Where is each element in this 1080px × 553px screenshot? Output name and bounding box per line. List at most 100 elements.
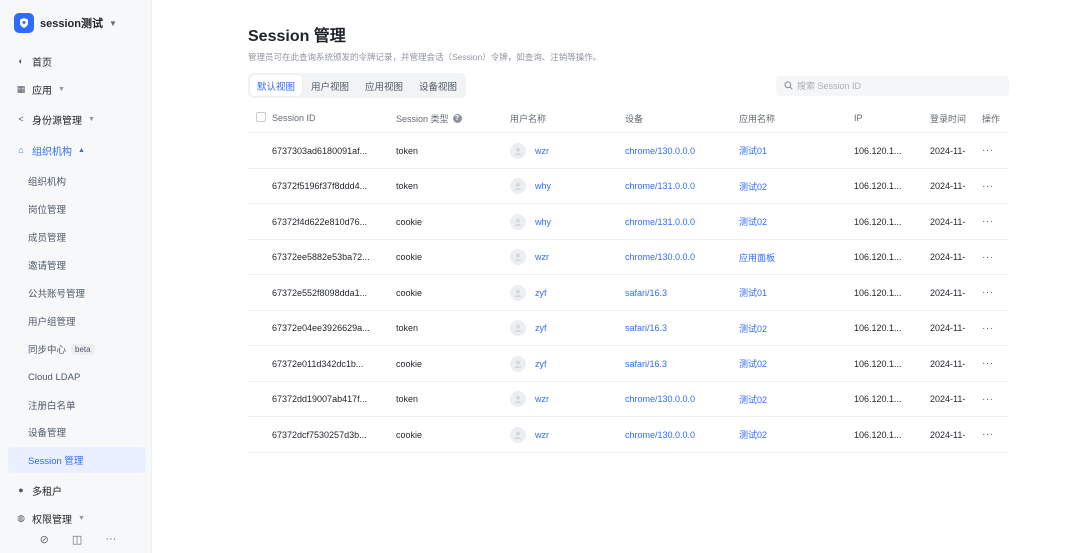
- table-row[interactable]: 67372dcf7530257d3b... cookie wzr chrome/130…: [248, 417, 1008, 453]
- device-link[interactable]: safari/16.3: [625, 275, 735, 311]
- sidebar-subitem-sync-center[interactable]: 同步中心 beta: [8, 336, 146, 362]
- help-icon[interactable]: ?: [452, 113, 462, 123]
- app-link[interactable]: 测试02: [739, 346, 849, 382]
- link-icon[interactable]: ⊘: [40, 533, 49, 546]
- cell-session-type: token: [396, 323, 419, 334]
- user-link[interactable]: zyf: [535, 288, 547, 298]
- sidebar-subitem-public-accounts[interactable]: 公共账号管理: [8, 280, 146, 306]
- sidebar-subitem-positions[interactable]: 岗位管理: [8, 196, 146, 222]
- search-input[interactable]: [797, 81, 997, 91]
- select-all-checkbox[interactable]: [256, 112, 266, 122]
- app-link[interactable]: 测试02: [739, 169, 849, 205]
- more-actions-button[interactable]: ···: [982, 346, 1006, 382]
- app-link[interactable]: 测试02: [739, 204, 849, 240]
- cell-login-time: 2024-11-: [930, 358, 966, 369]
- tab-user-view[interactable]: 用户视图: [304, 75, 356, 96]
- sidebar-subitem-devices[interactable]: 设备管理: [8, 419, 146, 445]
- cell-session-type: cookie: [396, 287, 423, 298]
- user-link[interactable]: zyf: [535, 323, 547, 333]
- table-row[interactable]: 67372e552f8098dda1... cookie zyf safari/16.…: [248, 275, 1008, 311]
- user-link[interactable]: wzr: [535, 430, 549, 440]
- book-icon[interactable]: ◫: [72, 533, 82, 546]
- more-actions-button[interactable]: ···: [982, 417, 1006, 453]
- tab-default-view[interactable]: 默认视图: [250, 75, 303, 96]
- device-link[interactable]: chrome/130.0.0.0: [625, 133, 735, 169]
- cell-session-type: cookie: [396, 216, 423, 227]
- cell-login-time: 2024-11-: [930, 429, 966, 440]
- device-link[interactable]: chrome/131.0.0.0: [625, 204, 735, 240]
- tab-device-view[interactable]: 设备视图: [412, 75, 464, 96]
- sidebar-subitem-label: Cloud LDAP: [28, 371, 81, 383]
- device-link[interactable]: safari/16.3: [625, 346, 735, 382]
- sidebar-subitem-members[interactable]: 成员管理: [8, 224, 146, 250]
- table-row[interactable]: 67372f5196f37f8ddd4... token why chrome/131…: [248, 169, 1008, 205]
- more-actions-button[interactable]: ···: [982, 169, 1006, 205]
- user-link[interactable]: zyf: [535, 359, 547, 369]
- cell-user: wzr: [510, 133, 610, 169]
- user-link[interactable]: wzr: [535, 146, 549, 156]
- table-row[interactable]: 67372f4d622e810d76... cookie why chrome/131…: [248, 204, 1008, 240]
- sidebar-subitem-session[interactable]: Session 管理: [8, 447, 146, 473]
- more-actions-button[interactable]: ···: [982, 133, 1006, 169]
- app-link[interactable]: 应用面板: [739, 240, 849, 276]
- more-actions-button[interactable]: ···: [982, 382, 1006, 418]
- user-link[interactable]: why: [535, 217, 551, 227]
- table-row[interactable]: 67372ee5882e53ba72... cookie wzr chrome/130…: [248, 240, 1008, 276]
- cell-login-time: 2024-11-: [930, 287, 966, 298]
- cell-session-type: cookie: [396, 358, 423, 369]
- cell-ip: 106.120.1...: [854, 323, 902, 334]
- header-ip: IP: [854, 113, 863, 123]
- app-link[interactable]: 测试01: [739, 275, 849, 311]
- header-user-name: 用户名称: [510, 113, 547, 124]
- table-row[interactable]: 67372e04ee3926629a... token zyf safari/16.3…: [248, 311, 1008, 347]
- header-login-time: 登录时间: [930, 113, 967, 124]
- more-actions-button[interactable]: ···: [982, 240, 1006, 276]
- sidebar-item-identity-source[interactable]: < 身份源管理 ▼: [8, 106, 146, 132]
- table-row[interactable]: 6737303ad6180091af... token wzr chrome/130.…: [248, 133, 1008, 169]
- cell-session-id: 67372f4d622e810d76...: [272, 216, 368, 227]
- sidebar-item-home[interactable]: ◐ 首页: [8, 48, 146, 74]
- app-link[interactable]: 测试01: [739, 133, 849, 169]
- device-link[interactable]: chrome/130.0.0.0: [625, 382, 735, 418]
- more-actions-button[interactable]: ···: [982, 311, 1006, 347]
- search-box[interactable]: [776, 76, 1009, 96]
- tab-app-view[interactable]: 应用视图: [358, 75, 410, 96]
- cell-login-time: 2024-11-: [930, 181, 966, 192]
- cell-session-type: token: [396, 394, 419, 405]
- sidebar-subitem-label: 组织机构: [28, 177, 67, 188]
- more-actions-button[interactable]: ···: [982, 275, 1006, 311]
- sidebar-item-org[interactable]: ⌂ 组织机构 ▲: [8, 137, 146, 163]
- device-link[interactable]: safari/16.3: [625, 311, 735, 347]
- sidebar-subitem-invites[interactable]: 邀请管理: [8, 252, 146, 278]
- app-link[interactable]: 测试02: [739, 382, 849, 418]
- sidebar-subitem-label: 公共账号管理: [28, 289, 86, 300]
- cell-user: why: [510, 204, 610, 240]
- sidebar-item-multi-tenant[interactable]: ● 多租户: [8, 477, 146, 503]
- sidebar-subitem-cloud-ldap[interactable]: Cloud LDAP: [8, 364, 146, 390]
- user-link[interactable]: why: [535, 181, 551, 191]
- device-link[interactable]: chrome/131.0.0.0: [625, 169, 735, 205]
- more-icon[interactable]: ···: [105, 533, 116, 545]
- header-actions: 操作: [982, 113, 1001, 124]
- avatar-icon: [510, 142, 526, 159]
- table-row[interactable]: 67372e011d342dc1b... cookie zyf safari/16.3…: [248, 346, 1008, 382]
- chevron-down-icon: ▼: [88, 115, 95, 123]
- sidebar-subitem-org[interactable]: 组织机构: [8, 168, 146, 194]
- app-link[interactable]: 测试02: [739, 417, 849, 453]
- user-link[interactable]: wzr: [535, 394, 549, 404]
- user-link[interactable]: wzr: [535, 252, 549, 262]
- sidebar-footer: ⊘ ◫ ···: [0, 525, 152, 553]
- cell-ip: 106.120.1...: [854, 394, 902, 405]
- avatar-icon: [510, 426, 526, 443]
- org-switcher[interactable]: session测试 ▼: [14, 13, 117, 33]
- sidebar-subitem-register-whitelist[interactable]: 注册白名单: [8, 392, 146, 418]
- more-actions-button[interactable]: ···: [982, 204, 1006, 240]
- org-icon: ⌂: [18, 145, 24, 155]
- org-name: session测试: [40, 18, 103, 30]
- sidebar-item-apps[interactable]: ▦ 应用 ▼: [8, 76, 146, 102]
- sidebar-subitem-user-groups[interactable]: 用户组管理: [8, 308, 146, 334]
- device-link[interactable]: chrome/130.0.0.0: [625, 417, 735, 453]
- device-link[interactable]: chrome/130.0.0.0: [625, 240, 735, 276]
- table-row[interactable]: 67372dd19007ab417f... token wzr chrome/130.…: [248, 382, 1008, 418]
- app-link[interactable]: 测试02: [739, 311, 849, 347]
